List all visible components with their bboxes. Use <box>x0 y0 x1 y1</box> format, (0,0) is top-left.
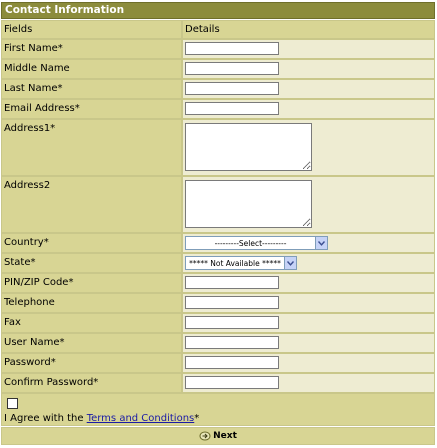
chevron-down-icon[interactable] <box>284 257 296 269</box>
row-confirm-password: Confirm Password* <box>1 373 435 393</box>
country-label: Country* <box>4 237 49 248</box>
form-grid: Fields Details First Name* Middle Name L… <box>1 20 435 393</box>
details-header: Details <box>185 24 220 35</box>
address1-label: Address1* <box>4 123 56 134</box>
agree-text: I Agree with the Terms and Conditions* <box>4 413 199 424</box>
row-country: Country* ---------Select--------- <box>1 233 435 253</box>
telephone-input[interactable] <box>185 296 279 309</box>
next-button[interactable]: Next <box>1 427 435 445</box>
next-label: Next <box>213 431 237 441</box>
chevron-down-icon[interactable] <box>315 237 327 249</box>
middle-name-label: Middle Name <box>4 63 70 74</box>
row-password: Password* <box>1 353 435 373</box>
user-name-label: User Name* <box>4 337 65 348</box>
row-user-name: User Name* <box>1 333 435 353</box>
address1-textarea[interactable] <box>185 123 312 171</box>
address2-textarea[interactable] <box>185 180 312 228</box>
country-selected-value: ---------Select--------- <box>214 238 287 248</box>
password-input[interactable] <box>185 356 279 369</box>
next-arrow-icon <box>199 431 211 441</box>
email-input[interactable] <box>185 102 279 115</box>
fax-input[interactable] <box>185 316 279 329</box>
last-name-label: Last Name* <box>4 83 63 94</box>
address2-label: Address2 <box>4 180 51 191</box>
confirm-password-input[interactable] <box>185 376 279 389</box>
row-address2: Address2 <box>1 176 435 233</box>
pin-input[interactable] <box>185 276 279 289</box>
first-name-input[interactable] <box>185 42 279 55</box>
agree-section: I Agree with the Terms and Conditions* <box>1 393 435 426</box>
fields-header: Fields <box>4 24 33 35</box>
state-label: State* <box>4 257 36 268</box>
contact-form: Contact Information Fields Details First… <box>1 2 435 446</box>
pin-label: PIN/ZIP Code* <box>4 277 74 288</box>
row-state: State* ***** Not Available ***** <box>1 253 435 273</box>
last-name-input[interactable] <box>185 82 279 95</box>
row-last-name: Last Name* <box>1 79 435 99</box>
first-name-label: First Name* <box>4 43 63 54</box>
terms-link[interactable]: Terms and Conditions <box>87 413 195 424</box>
row-email: Email Address* <box>1 99 435 119</box>
row-middle-name: Middle Name <box>1 59 435 79</box>
middle-name-input[interactable] <box>185 62 279 75</box>
form-title: Contact Information <box>1 2 435 19</box>
country-select[interactable]: ---------Select--------- <box>185 236 328 250</box>
password-label: Password* <box>4 357 56 368</box>
agree-checkbox[interactable] <box>7 398 18 409</box>
state-select[interactable]: ***** Not Available ***** <box>185 256 297 270</box>
header-row: Fields Details <box>1 20 435 39</box>
row-pin: PIN/ZIP Code* <box>1 273 435 293</box>
agree-prefix: I Agree with the <box>4 413 87 424</box>
telephone-label: Telephone <box>4 297 55 308</box>
fax-label: Fax <box>4 317 21 328</box>
row-address1: Address1* <box>1 119 435 176</box>
row-fax: Fax <box>1 313 435 333</box>
row-telephone: Telephone <box>1 293 435 313</box>
row-first-name: First Name* <box>1 39 435 59</box>
user-name-input[interactable] <box>185 336 279 349</box>
email-label: Email Address* <box>4 103 80 114</box>
confirm-password-label: Confirm Password* <box>4 377 99 388</box>
agree-suffix: * <box>194 413 200 424</box>
state-selected-value: ***** Not Available ***** <box>189 258 281 268</box>
